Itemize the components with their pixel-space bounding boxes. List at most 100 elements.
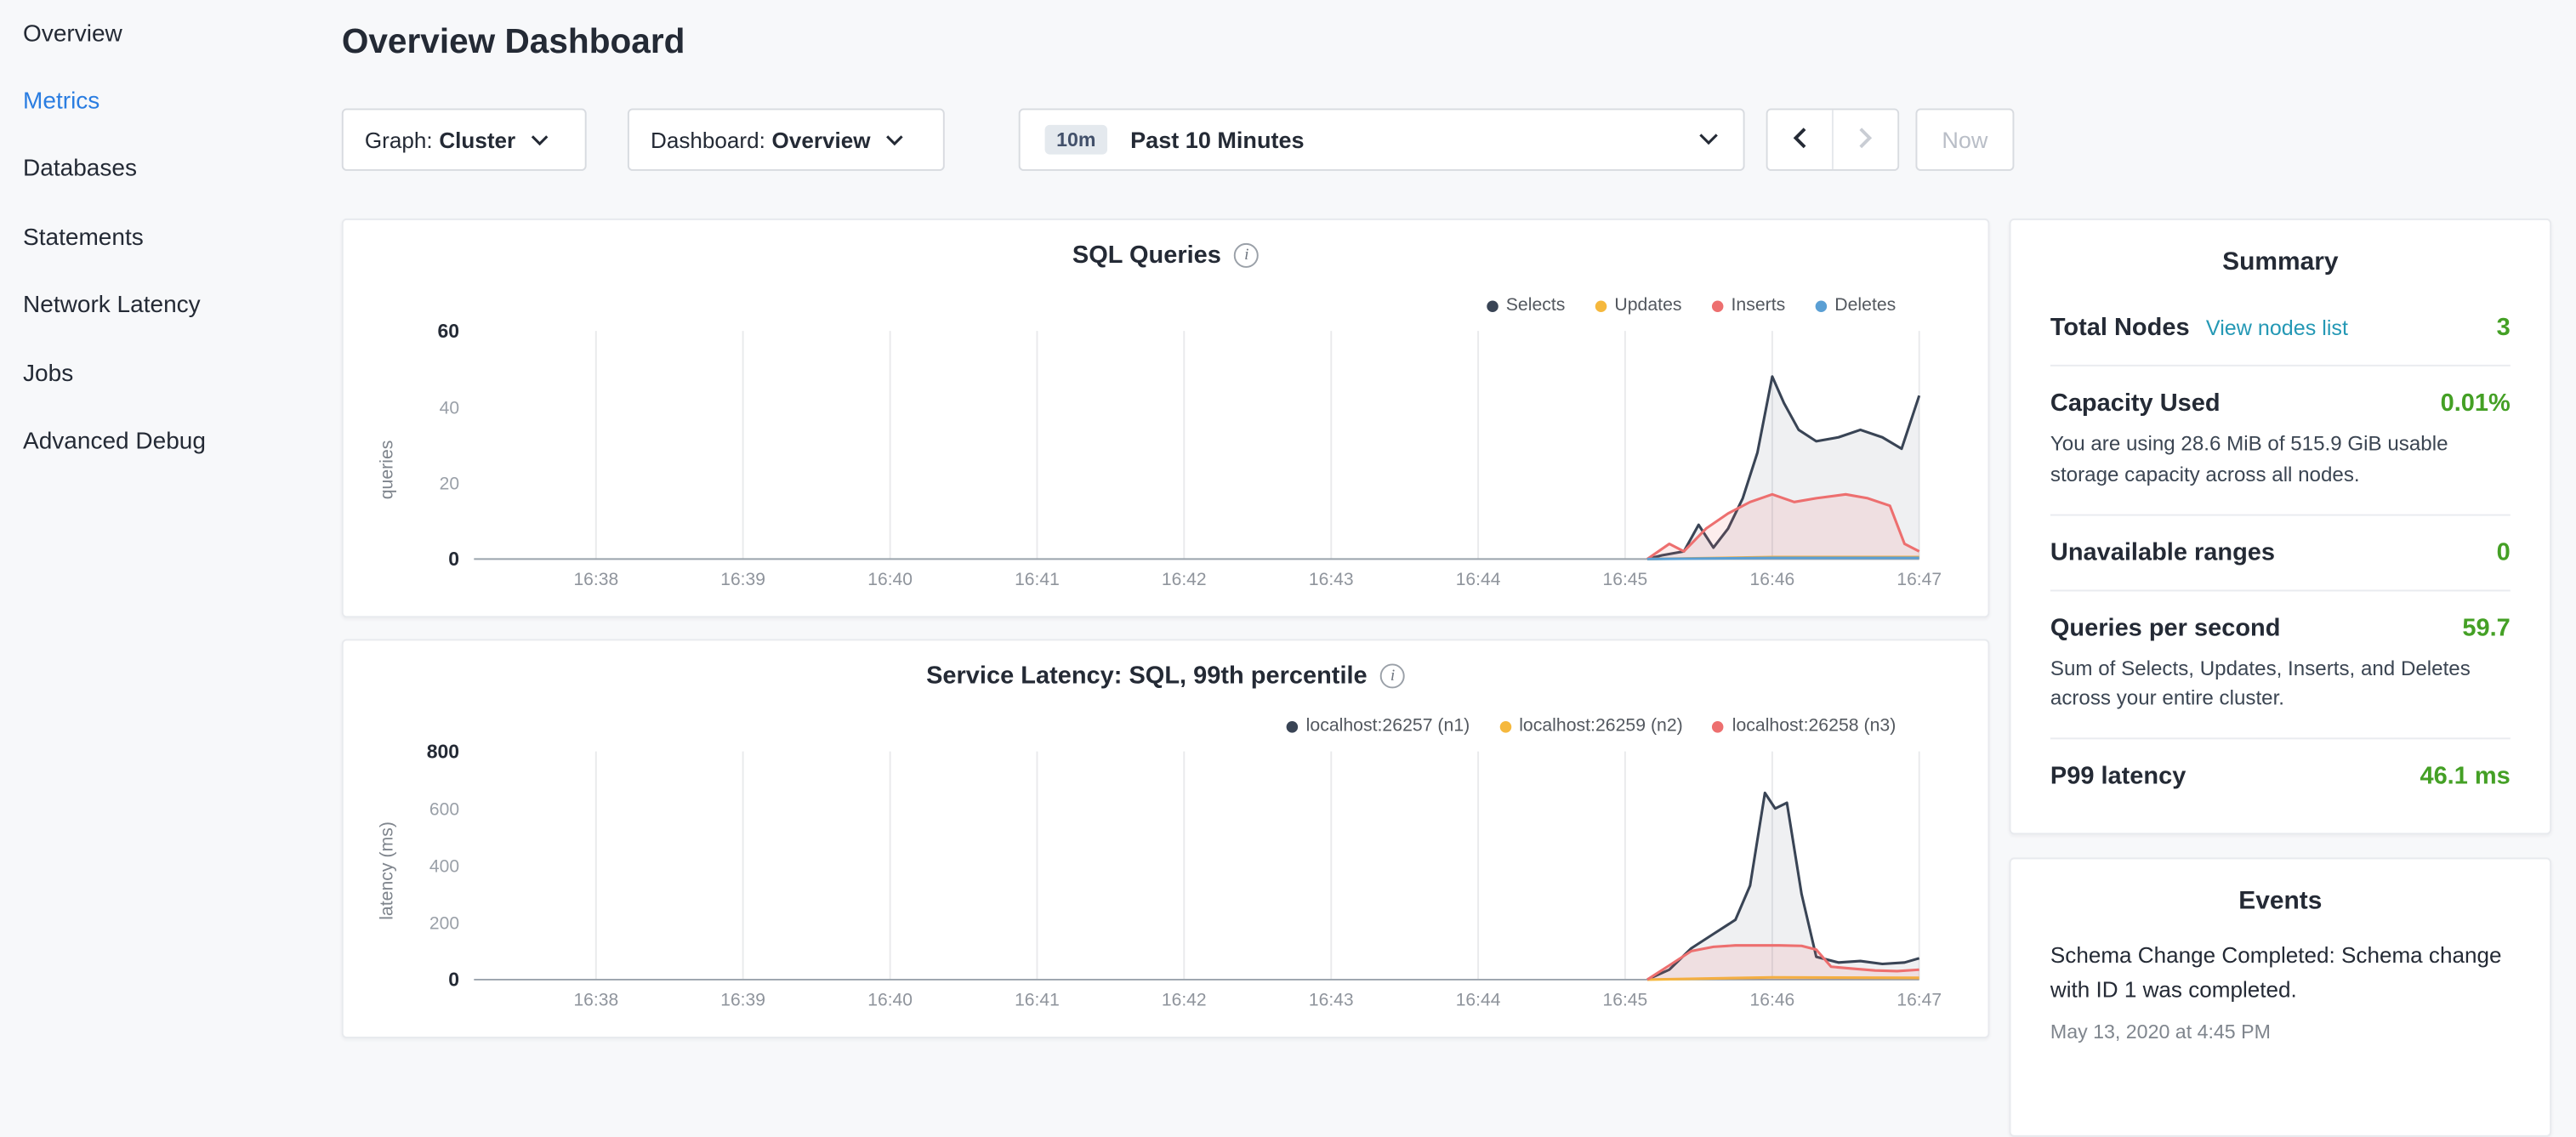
sidebar-item-jobs[interactable]: Jobs bbox=[0, 340, 322, 408]
summary-title: Summary bbox=[2050, 220, 2511, 278]
x-tick-label: 16:38 bbox=[573, 991, 618, 1010]
chart-title-row: SQL Queries i bbox=[344, 242, 1988, 270]
summary-row-queries-per-second: Queries per second 59.7 Sum of Selects, … bbox=[2050, 590, 2511, 739]
chart-title-row: Service Latency: SQL, 99th percentile i bbox=[344, 662, 1988, 691]
graph-dropdown-value: Cluster bbox=[439, 128, 515, 152]
x-tick-label: 16:38 bbox=[573, 570, 618, 589]
dashboard-dropdown-label: Dashboard: bbox=[651, 128, 765, 152]
series-line bbox=[1647, 558, 1919, 559]
events-title: Events bbox=[2050, 859, 2511, 917]
legend-label: localhost:26258 (n3) bbox=[1732, 716, 1896, 736]
graph-scope-dropdown[interactable]: Graph: Cluster bbox=[342, 108, 587, 170]
x-tick-label: 16:41 bbox=[1015, 991, 1060, 1010]
legend-label: Selects bbox=[1506, 296, 1566, 316]
summary-row-capacity-used: Capacity Used 0.01% You are using 28.6 M… bbox=[2050, 367, 2511, 515]
series-area bbox=[1647, 494, 1919, 559]
prev-time-button[interactable] bbox=[1768, 110, 1832, 169]
sql-queries-plot-area[interactable]: 16:38 16:39 16:40 16:41 16:42 16:43 16:44 16:45… bbox=[344, 220, 1988, 617]
metrics-page: Overview Metrics Databases Statements Ne… bbox=[0, 0, 2576, 1051]
x-tick-label: 16:43 bbox=[1309, 570, 1354, 589]
legend-dot-icon bbox=[1595, 300, 1606, 312]
summary-value: 3 bbox=[2497, 314, 2511, 342]
legend-item[interactable]: Inserts bbox=[1711, 296, 1785, 316]
y-tick-label: 40 bbox=[440, 398, 459, 418]
chart-legend: localhost:26257 (n1) localhost:26259 (n2)… bbox=[1286, 716, 1896, 736]
y-tick-label: 400 bbox=[429, 856, 459, 876]
chevron-left-icon bbox=[1793, 126, 1807, 154]
x-tick-label: 16:39 bbox=[720, 570, 765, 589]
legend-item[interactable]: Updates bbox=[1595, 296, 1681, 316]
x-tick-label: 16:40 bbox=[867, 991, 913, 1010]
legend-item[interactable]: localhost:26258 (n3) bbox=[1713, 716, 1896, 736]
sidebar-item-network-latency[interactable]: Network Latency bbox=[0, 272, 322, 340]
chart-legend: Selects Updates Inserts Deletes bbox=[1487, 296, 1896, 316]
time-window-dropdown[interactable]: 10m Past 10 Minutes bbox=[1019, 108, 1745, 170]
x-tick-label: 16:42 bbox=[1162, 991, 1207, 1010]
y-tick-label: 0 bbox=[448, 548, 459, 570]
sidebar-nav: Overview Metrics Databases Statements Ne… bbox=[0, 0, 322, 476]
x-tick-label: 16:40 bbox=[867, 570, 913, 589]
legend-dot-icon bbox=[1815, 300, 1827, 312]
chevron-down-icon bbox=[885, 134, 903, 145]
sidebar-item-databases[interactable]: Databases bbox=[0, 136, 322, 204]
summary-value: 0.01% bbox=[2441, 389, 2511, 418]
y-tick-label: 600 bbox=[429, 799, 459, 819]
now-button[interactable]: Now bbox=[1915, 108, 2014, 170]
x-tick-label: 16:45 bbox=[1603, 991, 1648, 1010]
y-tick-label: 20 bbox=[440, 475, 459, 494]
dashboard-dropdown-value: Overview bbox=[772, 128, 871, 152]
legend-item[interactable]: localhost:26259 (n2) bbox=[1499, 716, 1683, 736]
legend-item[interactable]: Deletes bbox=[1815, 296, 1896, 316]
sidebar-item-statements[interactable]: Statements bbox=[0, 204, 322, 272]
sidebar-item-overview[interactable]: Overview bbox=[0, 0, 322, 68]
summary-value: 59.7 bbox=[2462, 614, 2510, 642]
legend-label: Updates bbox=[1614, 296, 1681, 316]
graph-dropdown-label: Graph: bbox=[365, 128, 433, 152]
page-title: Overview Dashboard bbox=[342, 23, 685, 62]
legend-dot-icon bbox=[1286, 720, 1298, 732]
x-tick-label: 16:45 bbox=[1603, 570, 1648, 589]
x-tick-label: 16:44 bbox=[1456, 570, 1501, 589]
legend-label: localhost:26259 (n2) bbox=[1519, 716, 1683, 736]
next-time-button[interactable] bbox=[1832, 110, 1897, 169]
dashboard-dropdown[interactable]: Dashboard: Overview bbox=[628, 108, 945, 170]
x-tick-label: 16:42 bbox=[1162, 570, 1207, 589]
y-tick-label: 60 bbox=[437, 320, 459, 342]
summary-label: Total Nodes bbox=[2050, 314, 2190, 342]
info-icon[interactable]: i bbox=[1234, 243, 1259, 268]
service-latency-plot-area[interactable]: 16:3816:3916:4016:4116:4216:4316:4416:45… bbox=[344, 640, 1988, 1037]
summary-label: Queries per second bbox=[2050, 614, 2281, 642]
summary-label: Unavailable ranges bbox=[2050, 538, 2275, 566]
y-tick-label: 200 bbox=[429, 914, 459, 934]
summary-panel: Summary Total Nodes View nodes list 3 Ca… bbox=[2010, 219, 2551, 834]
summary-label: Capacity Used bbox=[2050, 389, 2221, 418]
events-panel: Events Schema Change Completed: Schema c… bbox=[2010, 857, 2551, 1136]
x-tick-label: 16:44 bbox=[1456, 991, 1501, 1010]
sidebar-item-advanced-debug[interactable]: Advanced Debug bbox=[0, 408, 322, 476]
view-nodes-list-link[interactable]: View nodes list bbox=[2206, 316, 2348, 340]
summary-row-unavailable-ranges: Unavailable ranges 0 bbox=[2050, 515, 2511, 591]
legend-dot-icon bbox=[1713, 720, 1725, 732]
service-latency-chart-panel: Service Latency: SQL, 99th percentile i … bbox=[342, 639, 1990, 1038]
summary-row-p99-latency: P99 latency 46.1 ms bbox=[2050, 739, 2511, 813]
summary-value: 0 bbox=[2497, 538, 2511, 566]
legend-item[interactable]: Selects bbox=[1487, 296, 1566, 316]
x-tick-label: 16:47 bbox=[1896, 991, 1942, 1010]
x-tick-label: 16:39 bbox=[720, 991, 765, 1010]
y-tick-label: 800 bbox=[427, 740, 459, 762]
summary-row-total-nodes: Total Nodes View nodes list 3 bbox=[2050, 314, 2511, 367]
sidebar-item-metrics[interactable]: Metrics bbox=[0, 68, 322, 136]
summary-rows: Total Nodes View nodes list 3 Capacity U… bbox=[2050, 314, 2511, 813]
event-item-text: Schema Change Completed: Schema change w… bbox=[2050, 940, 2511, 1009]
event-item-timestamp: May 13, 2020 at 4:45 PM bbox=[2050, 1020, 2511, 1043]
legend-dot-icon bbox=[1499, 720, 1511, 732]
chevron-right-icon bbox=[1858, 126, 1873, 154]
x-tick-label: 16:46 bbox=[1750, 570, 1795, 589]
legend-item[interactable]: localhost:26257 (n1) bbox=[1286, 716, 1470, 736]
x-tick-label: 16:46 bbox=[1750, 991, 1795, 1010]
x-tick-label: 16:41 bbox=[1015, 570, 1060, 589]
info-icon[interactable]: i bbox=[1380, 663, 1405, 688]
legend-label: Inserts bbox=[1732, 296, 1786, 316]
time-window-badge: 10m bbox=[1045, 125, 1107, 155]
x-tick-label: 16:47 bbox=[1896, 570, 1942, 589]
